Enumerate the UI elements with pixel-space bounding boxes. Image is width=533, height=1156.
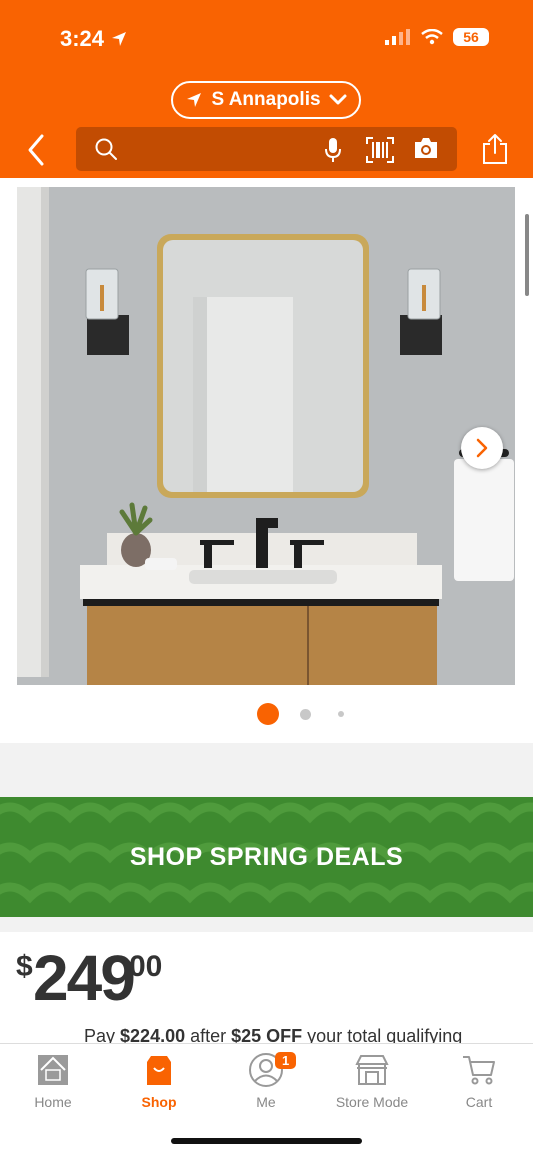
search-icon xyxy=(95,138,117,160)
mic-icon[interactable] xyxy=(325,137,341,163)
shopping-bag-icon xyxy=(147,1056,171,1085)
chevron-down-icon xyxy=(329,94,347,105)
pagination-dot[interactable] xyxy=(338,711,344,717)
tab-store-mode-label: Store Mode xyxy=(335,1094,409,1110)
pagination-dot[interactable] xyxy=(300,709,311,720)
home-depot-logo-icon xyxy=(38,1055,68,1085)
search-input[interactable] xyxy=(76,127,457,171)
status-indicators: 56 xyxy=(385,28,489,46)
barcode-icon[interactable] xyxy=(366,137,394,163)
tab-me[interactable]: 1 Me xyxy=(213,1052,319,1110)
product-image-gallery xyxy=(0,178,533,743)
image-pagination[interactable] xyxy=(0,702,533,726)
camera-icon[interactable] xyxy=(413,137,439,159)
share-icon[interactable] xyxy=(481,133,509,165)
tab-shop[interactable]: Shop xyxy=(106,1052,212,1110)
wifi-icon xyxy=(421,29,443,45)
location-arrow-icon xyxy=(187,93,202,107)
location-arrow-icon xyxy=(112,32,127,46)
pagination-dot-active[interactable] xyxy=(257,703,279,725)
battery-indicator: 56 xyxy=(453,28,489,46)
chevron-right-icon xyxy=(476,438,488,458)
price-dollars: 249 xyxy=(33,942,136,1014)
notification-badge: 1 xyxy=(275,1052,297,1069)
clock: 3:24 xyxy=(60,26,105,51)
price-cents: 00 xyxy=(129,950,163,983)
app-header: 3:24 56 S Annapolis xyxy=(0,0,533,178)
tab-home[interactable]: Home xyxy=(0,1052,106,1110)
product-photo[interactable] xyxy=(17,187,515,685)
tab-home-label: Home xyxy=(34,1094,72,1110)
tab-cart-label: Cart xyxy=(465,1094,493,1110)
next-image-button[interactable] xyxy=(461,427,503,469)
store-icon xyxy=(355,1055,389,1085)
price-section: $ 249 00 Pay $224.00 after $25 OFF your … xyxy=(0,932,533,1047)
price-currency: $ xyxy=(16,950,33,983)
status-time: 3:24 xyxy=(60,26,128,52)
store-location-button[interactable]: S Annapolis xyxy=(171,81,361,119)
promo-title: SHOP SPRING DEALS xyxy=(129,842,404,871)
back-button[interactable] xyxy=(22,132,52,168)
home-indicator[interactable] xyxy=(171,1138,362,1144)
location-label: S Annapolis xyxy=(211,89,321,110)
image-scrollbar[interactable] xyxy=(525,214,529,296)
tab-shop-label: Shop xyxy=(141,1094,177,1110)
tab-store-mode[interactable]: Store Mode xyxy=(319,1052,425,1110)
tab-me-label: Me xyxy=(256,1094,276,1110)
cart-icon xyxy=(463,1056,495,1085)
tab-cart[interactable]: Cart xyxy=(426,1052,532,1110)
cellular-signal-icon xyxy=(385,29,410,45)
spring-deals-banner[interactable]: SHOP SPRING DEALS xyxy=(0,797,533,917)
